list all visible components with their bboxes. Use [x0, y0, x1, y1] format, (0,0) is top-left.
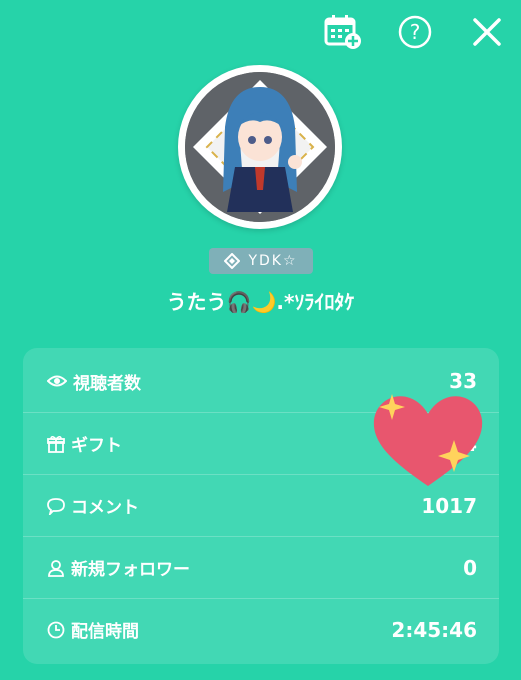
calendar-add-icon	[324, 15, 361, 49]
stat-label: 視聴者数	[73, 373, 141, 394]
username: うたう🎧🌙.*ｿﾗｲﾛﾀｹ	[166, 290, 355, 314]
eye-icon	[47, 375, 67, 387]
close-icon	[473, 18, 501, 46]
stat-label: ギフト	[71, 436, 122, 456]
avatar[interactable]	[178, 65, 342, 229]
calendar-add-button[interactable]	[321, 10, 365, 54]
comment-icon	[47, 497, 65, 515]
avatar-image	[185, 72, 335, 222]
help-icon: ?	[398, 15, 432, 49]
stat-label: 配信時間	[71, 622, 139, 642]
stat-label: 新規フォロワー	[71, 560, 190, 580]
stat-label: コメント	[71, 498, 139, 518]
stat-value: 2:45:46	[391, 617, 477, 642]
diamond-icon	[224, 253, 241, 269]
sparkle-heart-icon	[373, 394, 483, 486]
help-button[interactable]: ?	[393, 10, 437, 54]
clock-icon	[47, 621, 65, 638]
stat-row-duration: 配信時間 2:45:46	[23, 598, 499, 660]
user-icon	[48, 559, 64, 577]
svg-text:?: ?	[410, 20, 421, 44]
close-button[interactable]	[465, 10, 509, 54]
stat-row-followers: 新規フォロワー 0	[23, 536, 499, 598]
stat-value: 0	[463, 555, 477, 580]
level-badge: YDK☆	[209, 248, 313, 274]
badge-label: YDK☆	[248, 253, 298, 269]
gift-icon	[47, 435, 65, 453]
stat-value: 1017	[421, 493, 477, 518]
top-toolbar: ?	[321, 10, 509, 54]
